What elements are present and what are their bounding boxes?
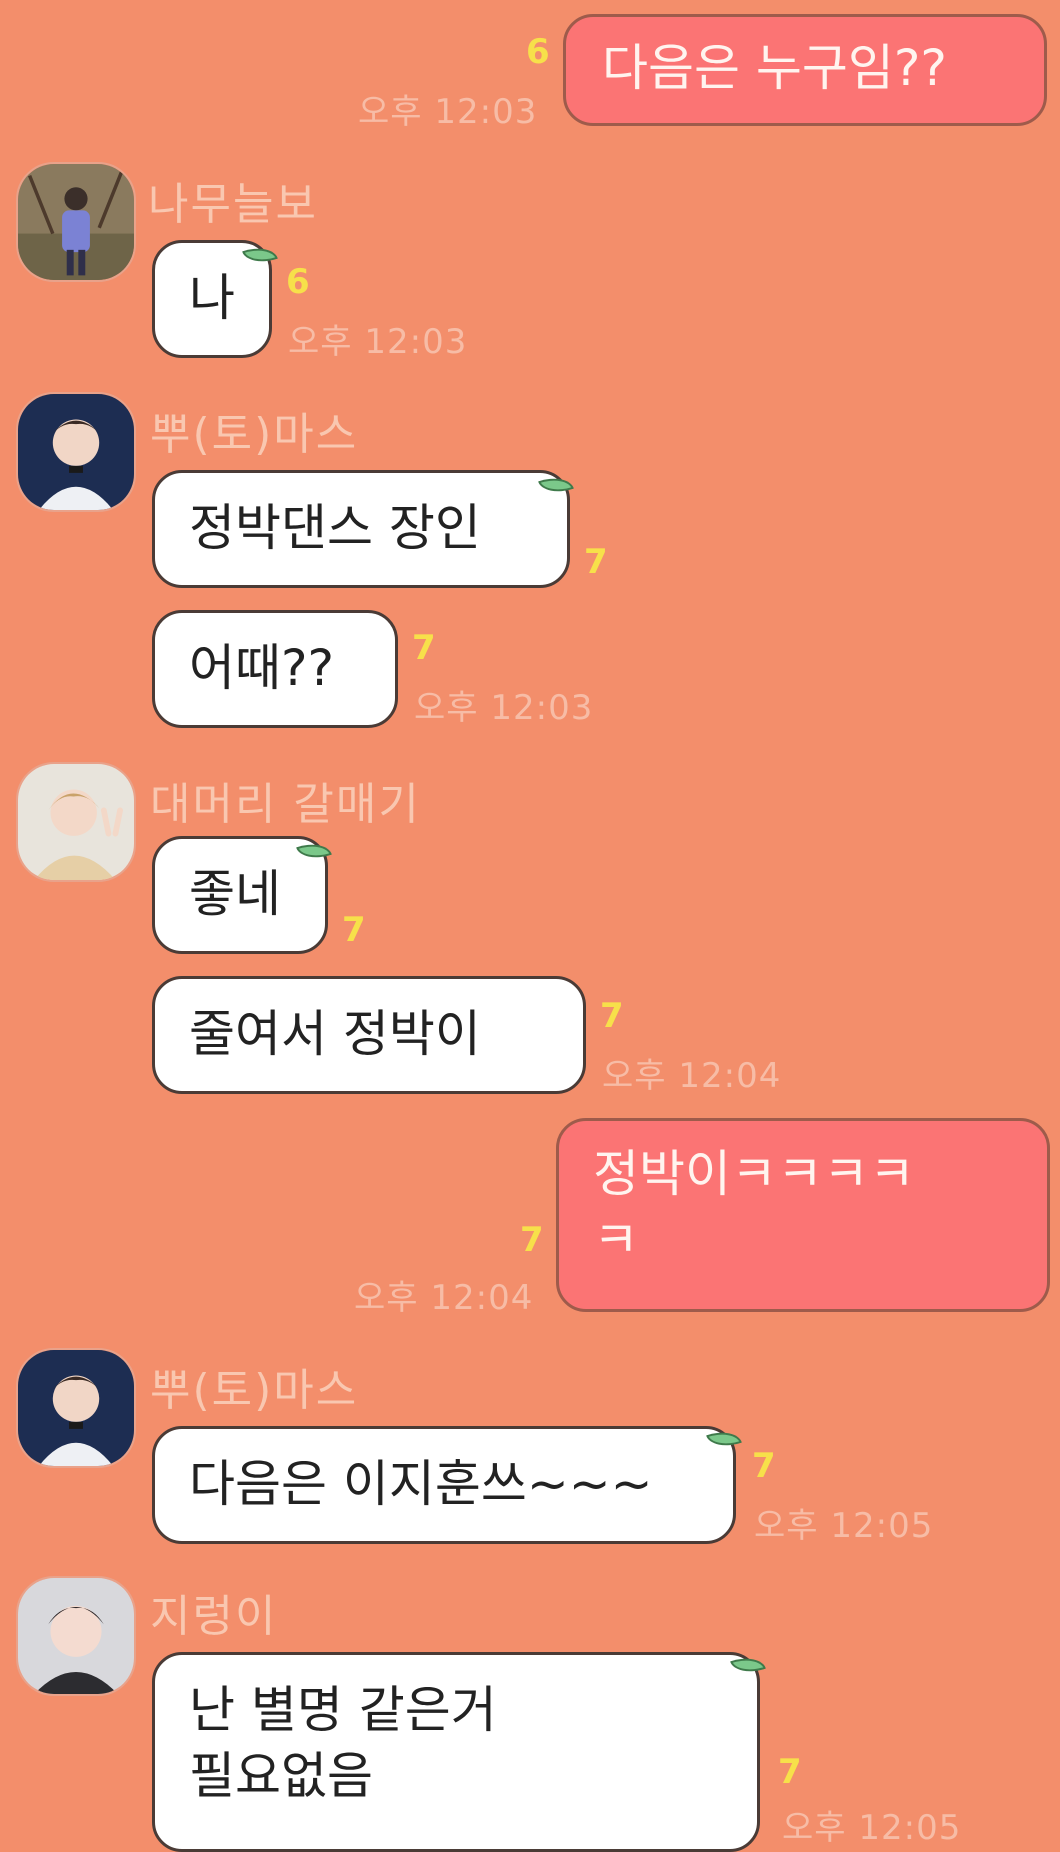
read-count: 7: [584, 542, 608, 582]
sender-name: 대머리 갈매기: [150, 779, 421, 830]
read-count: 7: [342, 910, 366, 950]
avatar[interactable]: [16, 162, 136, 282]
message-time: 오후 12:05: [754, 1506, 934, 1546]
read-count: 7: [412, 628, 436, 668]
sender-name: 나무늘보: [148, 179, 318, 230]
avatar[interactable]: [16, 392, 136, 512]
message-bubble[interactable]: 어때??: [152, 610, 398, 728]
read-count: 7: [600, 996, 624, 1036]
my-message-bubble[interactable]: 다음은 누구임??: [563, 14, 1047, 126]
message-time: 오후 12:04: [602, 1056, 782, 1096]
read-count: 7: [520, 1220, 544, 1260]
message-time: 오후 12:03: [414, 688, 594, 728]
message-bubble[interactable]: 다음은 이지훈쓰~~~: [152, 1426, 736, 1544]
avatar[interactable]: [16, 762, 136, 882]
sender-name: 뿌(토)마스: [150, 1365, 359, 1416]
sender-name: 지렁이: [150, 1591, 278, 1642]
message-bubble[interactable]: 줄여서 정박이: [152, 976, 586, 1094]
message-bubble[interactable]: 난 별명 같은거 필요없음: [152, 1652, 760, 1852]
message-time: 오후 12:03: [358, 92, 538, 132]
avatar[interactable]: [16, 1576, 136, 1696]
message-bubble[interactable]: 정박댄스 장인: [152, 470, 570, 588]
message-time: 오후 12:03: [288, 322, 468, 362]
read-count: 6: [286, 262, 310, 302]
message-time: 오후 12:05: [782, 1808, 962, 1848]
read-count: 6: [526, 32, 550, 72]
avatar[interactable]: [16, 1348, 136, 1468]
my-message-bubble[interactable]: 정박이ㅋㅋㅋㅋ ㅋ: [556, 1118, 1050, 1312]
sender-name: 뿌(토)마스: [150, 409, 359, 460]
read-count: 7: [778, 1752, 802, 1792]
message-time: 오후 12:04: [354, 1278, 534, 1318]
read-count: 7: [752, 1446, 776, 1486]
